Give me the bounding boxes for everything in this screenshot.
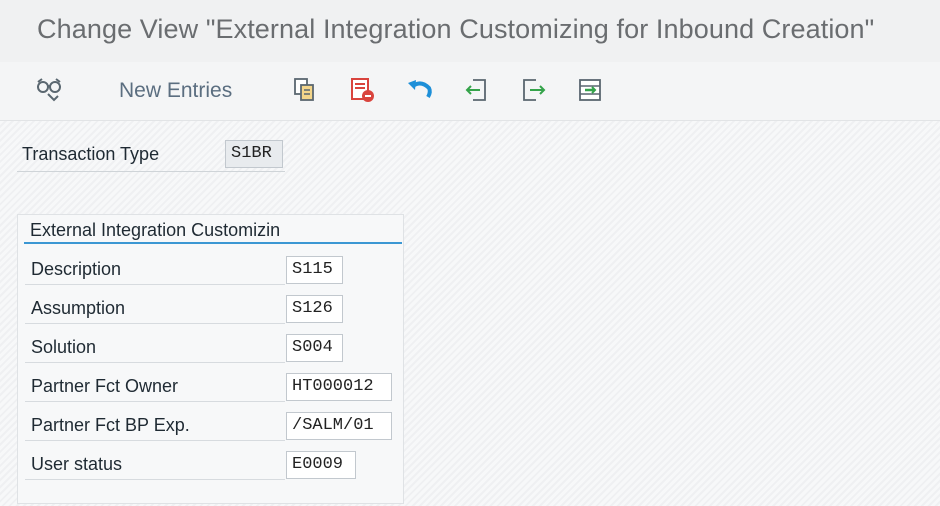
- assumption-label: Assumption: [25, 294, 285, 324]
- partner-fct-bp-exp-label: Partner Fct BP Exp.: [25, 411, 285, 441]
- previous-entry-button[interactable]: [463, 76, 491, 104]
- assumption-field[interactable]: S126: [286, 295, 343, 323]
- solution-field[interactable]: S004: [286, 334, 343, 362]
- panel-title: External Integration Customizin: [30, 220, 281, 240]
- next-entry-button[interactable]: [520, 76, 548, 104]
- previous-entry-icon: [465, 79, 486, 101]
- description-label: Description: [25, 255, 285, 285]
- display-change-glasses-icon: [37, 78, 61, 102]
- partner-fct-owner-label: Partner Fct Owner: [25, 372, 285, 402]
- select-block-button[interactable]: [576, 76, 604, 104]
- new-entries-button[interactable]: New Entries: [119, 79, 232, 103]
- delete-button[interactable]: [348, 76, 376, 104]
- partner-fct-bp-exp-field[interactable]: /SALM/01: [286, 412, 392, 440]
- undo-button[interactable]: [405, 76, 435, 104]
- divider: [17, 171, 285, 172]
- panel-accent-rule: [24, 242, 402, 244]
- page-title: Change View "External Integration Custom…: [37, 14, 875, 44]
- partner-fct-owner-field[interactable]: HT000012: [286, 373, 392, 401]
- copy-icon: [294, 78, 314, 101]
- undo-icon: [408, 80, 432, 99]
- transaction-type-label: Transaction Type: [22, 144, 160, 164]
- application-toolbar: New Entries: [0, 62, 940, 121]
- copy-button[interactable]: [292, 76, 318, 104]
- next-entry-icon: [523, 79, 546, 101]
- delete-icon: [351, 78, 374, 102]
- user-status-field[interactable]: E0009: [286, 451, 356, 479]
- select-block-icon: [579, 79, 601, 101]
- title-bar: Change View "External Integration Custom…: [0, 0, 940, 62]
- transaction-type-field: S1BR: [225, 140, 283, 168]
- display-change-button[interactable]: [34, 76, 66, 104]
- user-status-label: User status: [25, 450, 285, 480]
- solution-label: Solution: [25, 333, 285, 363]
- external-integration-panel: External Integration Customizin Descript…: [17, 214, 404, 504]
- description-field[interactable]: S115: [286, 256, 343, 284]
